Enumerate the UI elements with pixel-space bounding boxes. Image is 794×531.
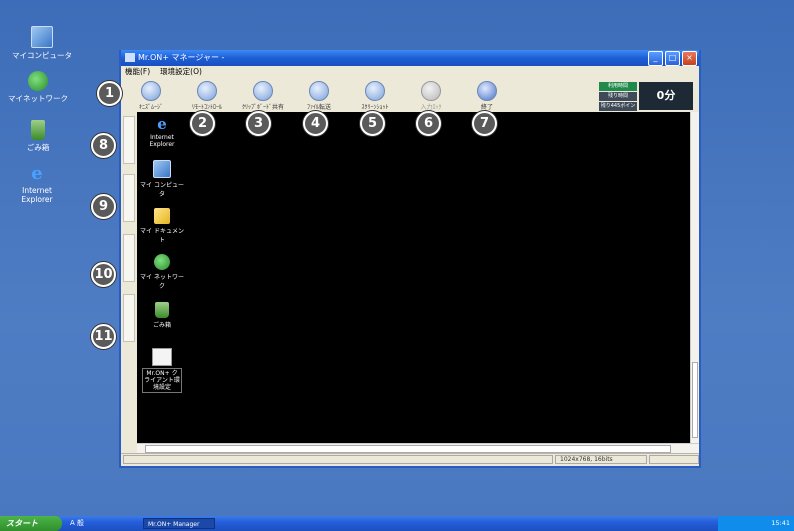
status-cell-extra — [649, 455, 699, 464]
network-icon — [154, 254, 170, 270]
remote-icon-label: Internet Explorer — [149, 134, 175, 148]
recycle-bin-icon — [31, 120, 45, 140]
camera-icon — [365, 81, 385, 101]
start-button[interactable]: スタート — [0, 516, 62, 531]
remote-icon-label: マイ ドキュメント — [140, 228, 184, 244]
toolbar-label: 入力ﾛｯｸ — [420, 104, 442, 111]
toolbar-label: ﾌｧｲﾙ転送 — [306, 104, 331, 111]
status-resolution: 1024x768, 16bits — [555, 455, 647, 464]
file-transfer-icon — [309, 81, 329, 101]
remote-icon-label: Mr.ON+ クライアント環境設定 — [142, 368, 182, 393]
callout-2: 2 — [190, 111, 215, 136]
side-tab-2[interactable] — [123, 174, 135, 222]
timer-row-points: 残り445ポイント — [599, 102, 637, 118]
remote-icon-client-settings[interactable]: Mr.ON+ クライアント環境設定 — [139, 348, 185, 393]
toolbar-button-exit[interactable]: 終了 — [459, 78, 515, 111]
menu-bar: 機能(F) 環境設定(O) — [121, 66, 699, 78]
taskbar: スタート A 般 Mr.ON+ Manager 15:41 — [0, 516, 794, 531]
side-panel — [121, 112, 137, 454]
remote-control-icon — [197, 81, 217, 101]
desktop-icon-label: Internet Explorer — [21, 186, 53, 204]
callout-9: 9 — [91, 194, 116, 219]
toolbar-label: 終了 — [480, 104, 493, 111]
horizontal-scroll-thumb[interactable] — [145, 445, 671, 453]
remote-icon-my-documents[interactable]: マイ ドキュメント — [139, 208, 185, 244]
remote-icon-recycle-bin[interactable]: ごみ箱 — [139, 302, 185, 329]
toolbar-button-screenshot[interactable]: ｽｸﾘｰﾝｼｮｯﾄ — [347, 78, 403, 111]
internet-explorer-icon: e — [31, 163, 43, 184]
toolbar-button-file-transfer[interactable]: ﾌｧｲﾙ転送 — [291, 78, 347, 111]
toolbar-button-monitor[interactable]: ｷﾆｽﾞﾑｰｼﾞ — [123, 78, 179, 111]
remote-desktop-view[interactable]: e Internet Explorer マイ コンピュータ マイ ドキュメント … — [137, 112, 691, 444]
toolbar-button-remote-control[interactable]: ﾘﾓｰﾄｺﾝﾄﾛｰﾙ — [179, 78, 235, 111]
content-area: e Internet Explorer マイ コンピュータ マイ ドキュメント … — [121, 112, 699, 454]
menu-settings[interactable]: 環境設定(O) — [160, 66, 202, 78]
callout-7: 7 — [472, 111, 497, 136]
close-button[interactable]: × — [682, 51, 697, 66]
toolbar-button-clipboard[interactable]: ｸﾘｯﾌﾟﾎﾞｰﾄﾞ共有 — [235, 78, 291, 111]
timer-value: 0分 — [639, 82, 693, 110]
app-icon — [125, 53, 135, 62]
documents-icon — [154, 208, 170, 224]
remote-icon-label: マイ ネットワーク — [140, 274, 184, 290]
desktop-icon-label: マイネットワーク — [8, 94, 68, 103]
timer-row-remaining: 残り時間 — [599, 92, 637, 101]
remote-icon-my-network[interactable]: マイ ネットワーク — [139, 254, 185, 290]
menu-function[interactable]: 機能(F) — [125, 66, 150, 78]
recycle-bin-icon — [155, 302, 169, 318]
title-bar[interactable]: Mr.ON+ マネージャー - _ □ × — [121, 50, 699, 66]
close-icon — [477, 81, 497, 101]
callout-10: 10 — [91, 262, 116, 287]
desktop-icon-recycle-bin[interactable]: ごみ箱 — [8, 120, 68, 153]
system-tray: 15:41 — [718, 516, 794, 531]
settings-icon — [152, 348, 172, 366]
callout-3: 3 — [246, 111, 271, 136]
computer-icon — [31, 26, 53, 48]
vertical-scroll-thumb[interactable] — [692, 362, 698, 438]
clipboard-icon — [253, 81, 273, 101]
desktop-icon-internet-explorer[interactable]: e Internet Explorer — [14, 163, 60, 205]
toolbar: ｷﾆｽﾞﾑｰｼﾞ ﾘﾓｰﾄｺﾝﾄﾛｰﾙ ｸﾘｯﾌﾟﾎﾞｰﾄﾞ共有 ﾌｧｲﾙ転送 … — [121, 78, 699, 118]
remote-icon-my-computer[interactable]: マイ コンピュータ — [139, 160, 185, 198]
callout-1: 1 — [97, 81, 122, 106]
timer-row-usage: 利用時間 — [599, 82, 637, 91]
callout-8: 8 — [91, 133, 116, 158]
side-tab-4[interactable] — [123, 294, 135, 342]
callout-11: 11 — [91, 324, 116, 349]
status-cell-main — [123, 455, 553, 464]
taskbar-item-mr-on-manager[interactable]: Mr.ON+ Manager — [143, 518, 215, 529]
toolbar-button-input-lock[interactable]: 入力ﾛｯｸ — [403, 78, 459, 111]
side-tab-1[interactable] — [123, 116, 135, 164]
callout-4: 4 — [303, 111, 328, 136]
callout-5: 5 — [360, 111, 385, 136]
monitor-icon — [141, 81, 161, 101]
clock: 15:41 — [771, 519, 790, 527]
toolbar-label: ｽｸﾘｰﾝｼｮｯﾄ — [361, 104, 389, 111]
desktop-icon-label: マイコンピュータ — [12, 51, 72, 60]
vertical-scrollbar[interactable] — [690, 112, 699, 444]
quick-launch[interactable]: A 般 — [70, 519, 84, 528]
toolbar-label: ｸﾘｯﾌﾟﾎﾞｰﾄﾞ共有 — [241, 104, 284, 111]
minimize-button[interactable]: _ — [648, 51, 663, 66]
network-icon — [28, 71, 48, 91]
desktop-icon-label: ごみ箱 — [26, 143, 50, 152]
toolbar-label: ｷﾆｽﾞﾑｰｼﾞ — [138, 104, 163, 111]
internet-explorer-icon: e — [157, 115, 167, 133]
remote-icon-label: ごみ箱 — [152, 322, 171, 329]
toolbar-label: ﾘﾓｰﾄｺﾝﾄﾛｰﾙ — [191, 104, 222, 111]
side-tab-3[interactable] — [123, 234, 135, 282]
maximize-button[interactable]: □ — [665, 51, 680, 66]
status-bar: 1024x768, 16bits — [121, 453, 699, 466]
desktop-icon-my-network[interactable]: マイネットワーク — [8, 71, 68, 104]
remote-icon-label: マイ コンピュータ — [140, 182, 184, 198]
usage-timer: 利用時間 残り時間 残り445ポイント 0分 — [599, 82, 693, 118]
remote-icon-internet-explorer[interactable]: e Internet Explorer — [139, 116, 185, 148]
lock-icon — [421, 81, 441, 101]
window-title: Mr.ON+ マネージャー - — [138, 53, 225, 62]
desktop-icon-my-computer[interactable]: マイコンピュータ — [12, 26, 72, 61]
callout-6: 6 — [416, 111, 441, 136]
computer-icon — [153, 160, 171, 178]
